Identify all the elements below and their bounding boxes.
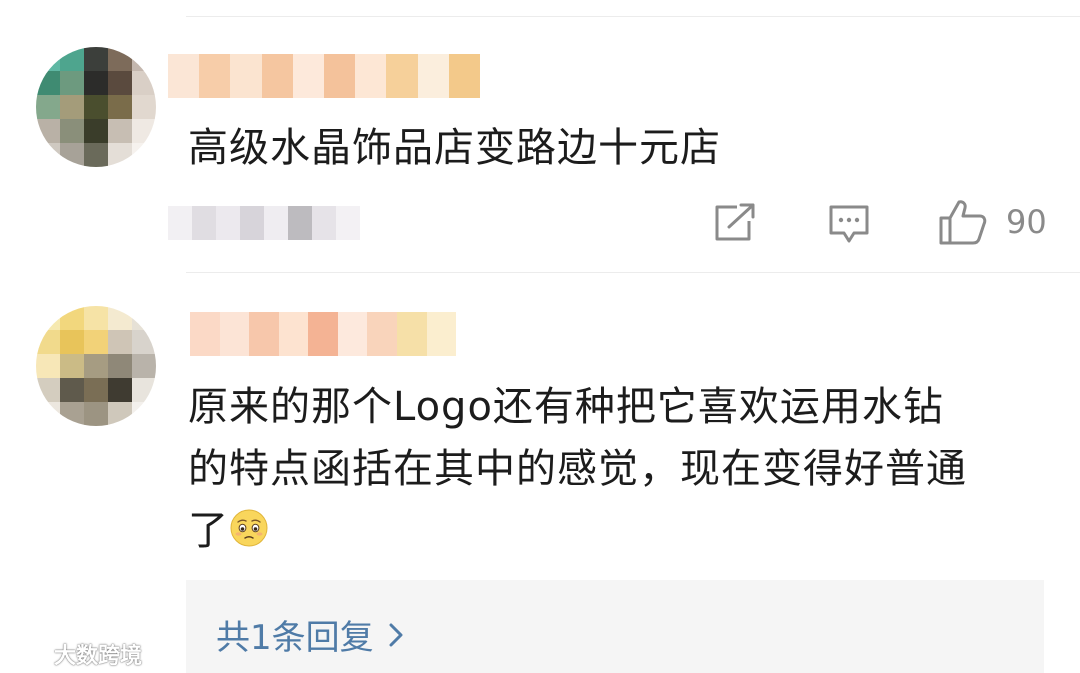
watermark: 大数跨境 xyxy=(10,638,142,670)
like-count: 90 xyxy=(1006,203,1047,241)
thumbs-up-icon xyxy=(939,200,987,245)
share-icon xyxy=(715,203,755,241)
comment-text-line-3: 了 xyxy=(188,500,967,562)
chevron-right-icon xyxy=(389,623,403,646)
comment-text-line-2: 的特点函括在其中的感觉，现在变得好普通 xyxy=(188,446,967,492)
comment-text-line-1: 原来的那个Logo还有种把它喜欢运用水钻 xyxy=(188,384,944,430)
top-divider xyxy=(186,16,1080,17)
view-replies-link[interactable]: 共1条回复 xyxy=(216,610,404,659)
username-2[interactable] xyxy=(190,312,456,356)
avatar-1[interactable] xyxy=(36,47,156,167)
worried-face-icon xyxy=(230,509,268,547)
avatar-2[interactable] xyxy=(36,306,156,426)
watermark-text: 大数跨境 xyxy=(54,644,143,669)
watermark-logo-icon xyxy=(12,642,50,666)
like-button[interactable]: 90 xyxy=(938,198,1047,246)
reply-summary: 共1条回复 xyxy=(186,580,1044,673)
comment-text-1: 高级水晶饰品店变路边十元店 xyxy=(188,125,721,171)
comment-button[interactable] xyxy=(827,203,871,245)
share-button[interactable] xyxy=(713,203,757,243)
comment-divider xyxy=(186,272,1080,273)
comment-icon xyxy=(829,205,869,243)
comment-meta-1 xyxy=(168,206,360,240)
comment-text-line-3-text: 了 xyxy=(188,508,229,554)
username-1[interactable] xyxy=(168,54,480,98)
view-replies-label: 共1条回复 xyxy=(216,618,374,658)
comment-list: 高级水晶饰品店变路边十元店 90 原来的那个Logo还有种把它喜欢运用水钻 的特… xyxy=(0,0,1080,673)
comment-text-2: 原来的那个Logo还有种把它喜欢运用水钻 的特点函括在其中的感觉，现在变得好普通… xyxy=(188,376,967,562)
